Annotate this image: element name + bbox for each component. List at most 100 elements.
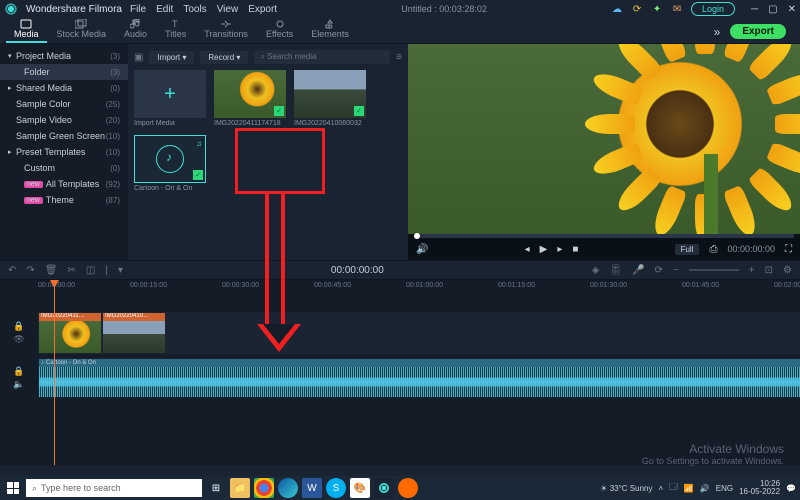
browser-icon[interactable] [398,478,418,498]
explorer-icon[interactable]: 📁 [230,478,250,498]
video-track[interactable]: IMG20220411…IMG20220410… [38,312,800,354]
volume-icon[interactable]: 🔊 [416,244,428,255]
sort-icon[interactable]: ≡ [396,52,402,63]
eye-icon[interactable]: 👁 [13,334,24,345]
preview-timecode: 00:00:00:00 [727,244,775,254]
fullscreen-icon[interactable]: ⛶ [785,244,792,255]
video-track-controls[interactable]: 🔒👁 [0,312,38,354]
sidebar-item[interactable]: Folder(3) [0,64,128,80]
minimize-icon[interactable]: ─ [751,4,758,15]
playhead[interactable] [54,280,55,465]
tab-effects[interactable]: Effects [258,17,301,43]
tab-audio[interactable]: Audio [116,17,155,43]
sidebar-item[interactable]: newTheme(87) [0,192,128,208]
preview-progress[interactable] [414,234,794,238]
language-indicator[interactable]: ENG [716,484,733,493]
lock-icon[interactable]: 🔒 [13,321,24,332]
ruler-tick: 00:01:45:00 [682,282,719,289]
close-icon[interactable]: ✕ [788,4,796,15]
next-frame-icon[interactable]: ▸ [557,244,562,255]
lock-icon[interactable]: 🔒 [13,366,24,377]
stop-icon[interactable]: ■ [572,244,578,255]
notifications-icon[interactable]: 💬 [786,484,796,493]
tab-stock-media[interactable]: Stock Media [49,17,115,43]
zoom-out-icon[interactable]: − [673,265,679,276]
menu-tools[interactable]: Tools [183,4,206,15]
prev-frame-icon[interactable]: ◂ [525,244,530,255]
tabs-more-icon[interactable]: » [714,25,721,39]
zoom-in-icon[interactable]: + [749,265,755,276]
sparkle-icon[interactable]: ✦ [651,3,663,15]
menu-export[interactable]: Export [248,4,277,15]
media-thumbnail[interactable]: ✓♫Cartoon - On & On [134,135,206,192]
start-button[interactable] [4,479,22,497]
preview-quality[interactable]: Full [675,244,700,255]
sidebar-item[interactable]: ▸Preset Templates(10) [0,144,128,160]
sidebar-item[interactable]: Custom(0) [0,160,128,176]
task-view-icon[interactable]: ⊞ [206,478,226,498]
play-icon[interactable]: ▶ [540,244,548,255]
clock-date[interactable]: 16-05-2022 [739,488,780,496]
login-button[interactable]: Login [691,2,735,16]
redo-icon[interactable]: ↷ [26,265,34,276]
media-thumbnail[interactable]: ✓IMG20220410060032 [294,70,366,127]
menu-edit[interactable]: Edit [156,4,173,15]
media-thumbnail[interactable]: ✓IMG20220411174718 [214,70,286,127]
edge-icon[interactable] [278,478,298,498]
preview-video[interactable] [408,44,800,234]
wifi-icon[interactable]: 📶 [684,484,694,493]
record-vo-icon[interactable]: 🎤 [632,265,644,276]
video-clip[interactable]: IMG20220411… [39,313,101,353]
delete-icon[interactable]: 🗑 [45,265,58,276]
media-thumbnail[interactable]: +Import Media [134,70,206,127]
snapshot-icon[interactable]: ⎙ [709,244,717,255]
sound-icon[interactable]: 🔊 [700,484,710,493]
menu-file[interactable]: File [130,4,146,15]
tab-media[interactable]: Media [6,17,47,43]
maximize-icon[interactable]: ▢ [768,4,777,15]
sidebar-item[interactable]: Sample Color(25) [0,96,128,112]
timeline-ruler[interactable]: 00:00:00:0000:00:15:0000:00:30:0000:00:4… [38,280,800,296]
chrome-icon[interactable] [254,478,274,498]
sidebar-item[interactable]: ▾Project Media(3) [0,48,128,64]
mute-icon[interactable]: 🔈 [13,379,24,390]
zoom-fit-icon[interactable]: ⊡ [765,265,773,276]
tray-expand-icon[interactable]: ˄ [658,484,663,493]
mixer-icon[interactable]: 🎚 [609,265,622,276]
audio-clip[interactable]: ♪Cartoon - On & On [39,359,800,397]
skype-icon[interactable]: S [326,478,346,498]
zoom-slider[interactable] [689,269,739,271]
timeline-settings-icon[interactable]: ⚙ [783,265,792,276]
marker-icon[interactable]: ◈ [592,265,600,276]
cloud-icon[interactable]: ☁ [611,3,623,15]
crop-icon[interactable]: ◫ [86,265,95,276]
import-dropdown[interactable]: Import ▾ [149,51,194,64]
taskbar-search[interactable]: ⌕Type here to search [26,479,202,497]
message-icon[interactable]: ✉ [671,3,683,15]
audio-track-controls[interactable]: 🔒🔈 [0,358,38,398]
new-folder-icon[interactable]: ▣ [134,52,143,63]
cut-icon[interactable]: ✂ [67,265,75,276]
word-icon[interactable]: W [302,478,322,498]
sidebar-item[interactable]: newAll Templates(92) [0,176,128,192]
export-button[interactable]: Export [730,24,786,39]
audio-track[interactable]: ♪Cartoon - On & On [38,358,800,398]
filmora-icon[interactable] [374,478,394,498]
tab-transitions[interactable]: Transitions [196,17,256,43]
paint-icon[interactable]: 🎨 [350,478,370,498]
record-dropdown[interactable]: Record ▾ [200,51,248,64]
tab-titles[interactable]: TTitles [157,17,194,43]
undo-icon[interactable]: ↶ [8,265,16,276]
sidebar-item[interactable]: ▸Shared Media(0) [0,80,128,96]
sidebar-item[interactable]: Sample Green Screen(10) [0,128,128,144]
sidebar-item[interactable]: Sample Video(20) [0,112,128,128]
video-clip[interactable]: IMG20220410… [103,313,165,353]
tab-elements[interactable]: Elements [303,17,357,43]
refresh-icon[interactable]: ⟳ [631,3,643,15]
menu-view[interactable]: View [217,4,239,15]
media-search-input[interactable]: ⌕ Search media [254,50,390,64]
weather-widget[interactable]: ☀ 33°C Sunny [600,484,652,493]
render-icon[interactable]: ⟳ [655,265,663,276]
edit-dropdown-icon[interactable]: ▾ [118,265,123,276]
battery-icon[interactable]: 🗔 [669,481,678,495]
